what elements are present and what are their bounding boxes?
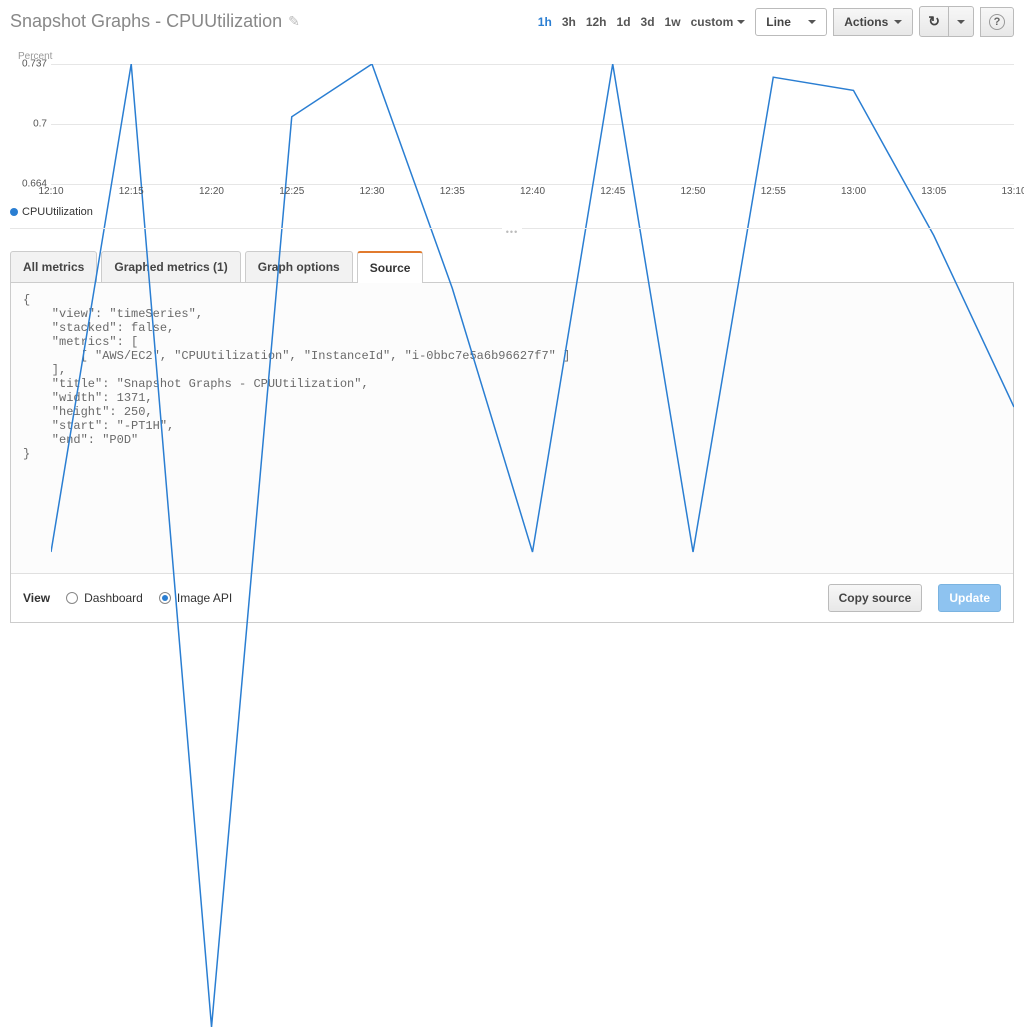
y-tick: 0.737 (22, 59, 47, 70)
y-axis-label: Percent (18, 51, 1014, 62)
time-range-custom-dropdown[interactable]: custom (691, 15, 746, 29)
chevron-down-icon (894, 20, 902, 24)
x-axis: 12:1012:1512:2012:2512:3012:3512:4012:45… (51, 184, 1014, 202)
y-axis: 0.737 0.7 0.664 (15, 64, 49, 184)
view-label: View (23, 591, 50, 605)
line-chart-svg (51, 64, 1014, 1027)
legend-swatch (10, 208, 18, 216)
header-bar: Snapshot Graphs - CPUUtilization ✎ 1h 3h… (0, 0, 1024, 41)
time-range-1d[interactable]: 1d (617, 15, 631, 29)
chevron-down-icon (737, 20, 745, 24)
time-range-3d[interactable]: 3d (641, 15, 655, 29)
chart-plot: 0.737 0.7 0.664 (15, 64, 1014, 184)
actions-label: Actions (844, 15, 888, 29)
x-tick: 12:40 (520, 186, 545, 197)
refresh-icon: ↻ (928, 13, 940, 30)
x-tick: 12:35 (440, 186, 465, 197)
page-title: Snapshot Graphs - CPUUtilization (10, 11, 282, 32)
time-range-custom-label: custom (691, 15, 734, 29)
y-tick: 0.7 (33, 119, 47, 130)
time-range-group: 1h 3h 12h 1d 3d 1w custom (538, 15, 745, 29)
chart-type-value: Line (766, 15, 791, 29)
x-tick: 12:55 (761, 186, 786, 197)
tab-source[interactable]: Source (357, 251, 424, 283)
chevron-down-icon (957, 20, 965, 24)
x-tick: 12:45 (600, 186, 625, 197)
resize-divider[interactable]: ••• (10, 228, 1014, 244)
x-tick: 12:15 (119, 186, 144, 197)
time-range-3h[interactable]: 3h (562, 15, 576, 29)
time-range-12h[interactable]: 12h (586, 15, 607, 29)
chart-area: Percent 0.737 0.7 0.664 12:10 12:15 12:20 1… (0, 41, 1024, 202)
x-tick: 13:10 (1001, 186, 1024, 197)
refresh-options-button[interactable] (948, 6, 974, 37)
chart-type-select[interactable]: Line (755, 8, 827, 36)
x-tick: 12:10 (38, 186, 63, 197)
x-tick: 12:20 (199, 186, 224, 197)
grip-icon: ••• (502, 227, 522, 237)
chevron-down-icon (808, 20, 816, 24)
time-range-1w[interactable]: 1w (665, 15, 681, 29)
help-button[interactable]: ? (980, 7, 1014, 37)
x-tick: 12:30 (359, 186, 384, 197)
x-tick: 12:25 (279, 186, 304, 197)
edit-icon[interactable]: ✎ (288, 13, 300, 30)
x-tick: 12:50 (680, 186, 705, 197)
actions-button[interactable]: Actions (833, 8, 913, 36)
help-icon: ? (989, 14, 1005, 30)
x-tick: 13:05 (921, 186, 946, 197)
refresh-button[interactable]: ↻ (919, 6, 949, 37)
x-tick: 13:00 (841, 186, 866, 197)
time-range-1h[interactable]: 1h (538, 15, 552, 29)
